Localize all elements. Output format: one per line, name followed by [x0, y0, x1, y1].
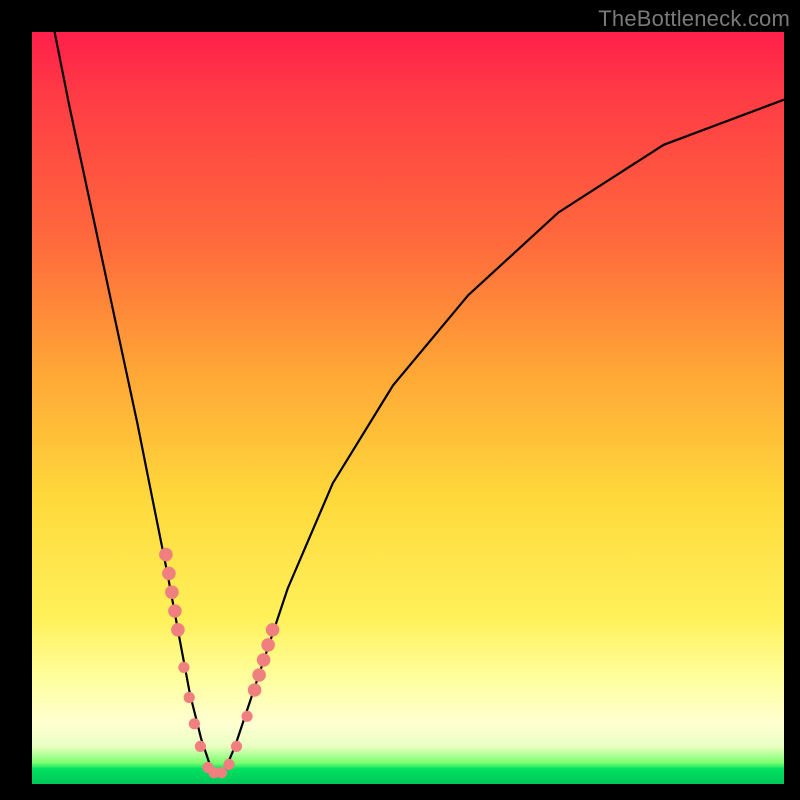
curve-markers [159, 548, 279, 779]
plot-area [32, 32, 784, 784]
curve-marker [248, 683, 262, 697]
curve-marker [162, 567, 176, 581]
curve-marker [257, 653, 271, 667]
curve-marker [242, 711, 253, 722]
curve-marker [159, 548, 173, 562]
curve-marker [189, 718, 200, 729]
curve-marker [266, 623, 280, 637]
curve-marker [178, 662, 189, 673]
curve-marker [184, 692, 195, 703]
bottleneck-curve [55, 32, 784, 773]
curve-marker [231, 741, 242, 752]
curve-marker [171, 623, 185, 637]
curve-marker [223, 759, 234, 770]
curve-marker [168, 604, 182, 618]
curve-layer [32, 32, 784, 784]
curve-marker [261, 638, 275, 652]
watermark-text: TheBottleneck.com [598, 6, 790, 32]
chart-frame: TheBottleneck.com [0, 0, 800, 800]
curve-marker [252, 668, 266, 682]
curve-marker [195, 741, 206, 752]
curve-marker [165, 585, 179, 599]
curve-marker [216, 767, 227, 778]
